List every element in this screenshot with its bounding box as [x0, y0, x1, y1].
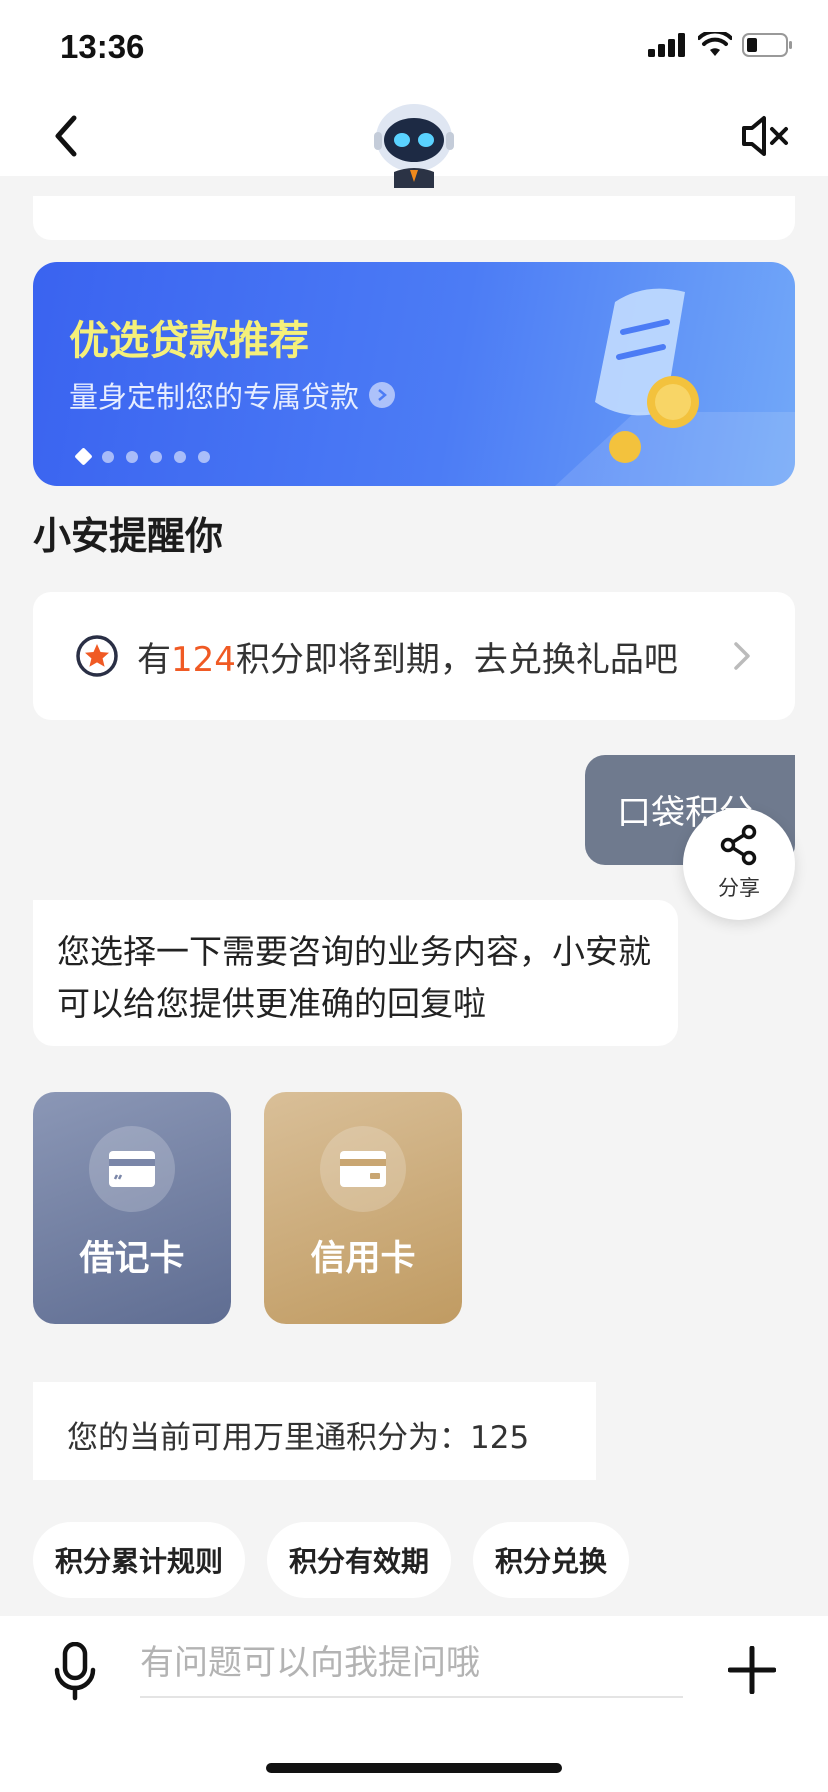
reminder-text: 有124积分即将到期，去兑换礼品吧 — [137, 632, 678, 681]
previous-message-card — [33, 196, 795, 240]
credit-card-label: 信用卡 — [310, 1239, 416, 1279]
mute-icon[interactable] — [740, 114, 790, 158]
bot-message-bubble: 您选择一下需要咨询的业务内容，小安就可以给您提供更准确的回复啦 — [33, 900, 678, 1046]
debit-card-option[interactable]: 借记卡 — [33, 1092, 231, 1324]
quick-reply-points-redeem[interactable]: 积分兑换 — [473, 1522, 630, 1598]
quick-reply-points-validity[interactable]: 积分有效期 — [267, 1522, 452, 1598]
credit-card-icon — [340, 1151, 386, 1187]
banner-pagination — [74, 447, 210, 466]
status-bar: 13:36 — [0, 0, 828, 96]
chevron-right-icon — [734, 642, 750, 670]
reminder-section-title: 小安提醒你 — [33, 514, 224, 558]
back-icon[interactable] — [46, 110, 86, 162]
quick-reply-points-rules[interactable]: 积分累计规则 — [33, 1522, 246, 1598]
expiring-points-count: 124 — [171, 640, 236, 680]
points-balance-text: 您的当前可用万里通积分为：125 — [67, 1420, 530, 1456]
status-icons — [648, 32, 794, 58]
quick-replies: 积分累计规则 积分有效期 积分兑换 — [33, 1522, 630, 1598]
home-indicator — [266, 1763, 562, 1773]
loan-banner[interactable]: 优选贷款推荐 量身定制您的专属贷款 — [33, 262, 795, 486]
bot-message-text: 您选择一下需要咨询的业务内容，小安就可以给您提供更准确的回复啦 — [57, 932, 651, 1023]
message-input[interactable] — [140, 1630, 683, 1698]
share-icon — [720, 824, 757, 866]
points-expiry-reminder[interactable]: 有124积分即将到期，去兑换礼品吧 — [33, 592, 795, 720]
banner-subtitle-text: 量身定制您的专属贷款 — [69, 380, 360, 414]
credit-card-option[interactable]: 信用卡 — [264, 1092, 462, 1324]
points-balance-message: 您的当前可用万里通积分为：125 — [33, 1382, 596, 1480]
status-time: 13:36 — [60, 28, 145, 65]
banner-subtitle: 量身定制您的专属贷款 — [69, 374, 396, 416]
nav-bar — [0, 96, 828, 188]
chevron-right-icon — [369, 382, 396, 408]
plus-icon[interactable] — [728, 1646, 776, 1694]
option-icon-wrap — [89, 1126, 175, 1212]
debit-card-label: 借记卡 — [79, 1239, 185, 1279]
bank-card-icon — [109, 1151, 155, 1187]
pagination-dot-active — [74, 447, 93, 466]
option-icon-wrap — [320, 1126, 406, 1212]
pagination-dot — [102, 450, 114, 463]
signal-icon — [648, 33, 685, 57]
pagination-dot — [126, 450, 138, 463]
microphone-icon[interactable] — [52, 1642, 98, 1702]
share-label: 分享 — [718, 876, 760, 900]
banner-title: 优选贷款推荐 — [69, 319, 309, 363]
pagination-dot — [150, 450, 162, 463]
reminder-prefix: 有 — [137, 640, 171, 680]
assistant-avatar-icon — [374, 104, 454, 188]
battery-icon — [742, 33, 792, 57]
wifi-icon — [698, 32, 732, 56]
share-button[interactable]: 分享 — [683, 808, 795, 920]
pagination-dot — [174, 450, 186, 463]
reminder-suffix: 积分即将到期，去兑换礼品吧 — [235, 640, 678, 680]
star-badge-icon — [76, 635, 118, 677]
pagination-dot — [198, 450, 210, 463]
banner-illustration-icon — [555, 288, 795, 486]
